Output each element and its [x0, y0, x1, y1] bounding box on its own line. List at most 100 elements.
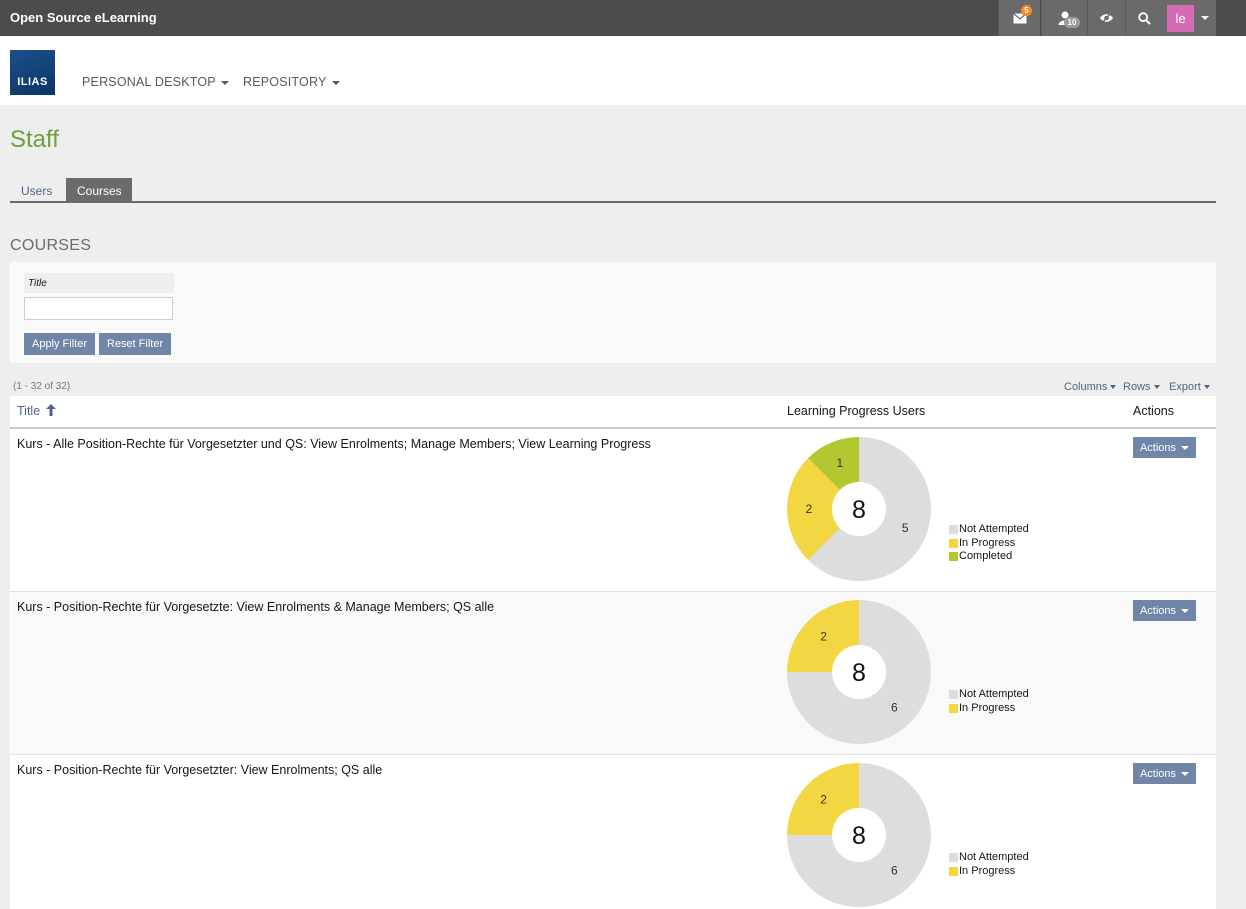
legend-item: Not Attempted [949, 851, 1029, 865]
slice-value-label: 1 [837, 456, 844, 470]
apply-filter-button[interactable]: Apply Filter [24, 333, 95, 355]
legend-label: Completed [959, 550, 1013, 562]
site-title[interactable]: Open Source eLearning [10, 10, 157, 25]
title-filter-input[interactable] [24, 297, 173, 320]
legend-label: In Progress [959, 864, 1016, 877]
learning-progress-donut: 6 2 8 [787, 600, 931, 744]
caret-down-icon [220, 80, 229, 85]
search-icon [1138, 11, 1151, 25]
course-title: Kurs - Position-Rechte für Vorgesetzte: … [17, 600, 495, 614]
page-title: Staff [10, 126, 59, 153]
legend-swatch [949, 866, 958, 876]
rows-dropdown[interactable]: Rows [1123, 381, 1160, 393]
nav-repository-label: REPOSITORY [243, 75, 327, 89]
caret-down-icon [331, 80, 340, 85]
table-row: Kurs - Position-Rechte für Vorgesetzte: … [10, 592, 1216, 755]
contacts-button[interactable]: 10 [1041, 0, 1087, 36]
courses-table: Title Learning Progress Users Actions Ku… [10, 396, 1216, 909]
legend-swatch [949, 853, 958, 863]
learning-progress-donut: 5 2 1 8 [787, 437, 931, 581]
learning-progress-donut: 6 2 8 [787, 763, 931, 907]
top-bar: Open Source eLearning 5 10 le [0, 0, 1246, 36]
reset-filter-button[interactable]: Reset Filter [99, 333, 171, 355]
contacts-badge: 10 [1064, 17, 1080, 28]
nav-repository[interactable]: REPOSITORY [243, 75, 340, 89]
row-actions-button[interactable]: Actions [1133, 763, 1196, 784]
slice-value-label: 2 [820, 630, 827, 644]
slice-value-label: 5 [902, 521, 909, 535]
slice-value-label: 6 [891, 863, 898, 877]
legend-swatch [949, 703, 958, 713]
course-title: Kurs - Alle Position-Rechte für Vorgeset… [17, 437, 651, 451]
legend-swatch [949, 525, 958, 535]
export-dropdown[interactable]: Export [1169, 381, 1210, 393]
section-title: COURSES [10, 237, 92, 254]
rows-label: Rows [1123, 381, 1151, 393]
tab-bar: Users Courses [10, 178, 1216, 203]
export-label: Export [1169, 381, 1201, 393]
chart-legend: Not Attempted In Progress [949, 851, 1029, 878]
legend-swatch [949, 552, 958, 562]
awareness-button[interactable] [1087, 0, 1125, 36]
table-row: Kurs - Position-Rechte für Vorgesetzter:… [10, 755, 1216, 909]
title-filter-label: Title [24, 273, 174, 293]
caret-down-icon [1181, 771, 1190, 776]
slice-value-label: 2 [806, 502, 813, 516]
caret-down-icon [1110, 385, 1117, 390]
legend-item: In Progress [949, 865, 1029, 879]
eye-icon [1100, 12, 1113, 24]
legend-label: Not Attempted [959, 523, 1029, 535]
avatar[interactable]: le [1167, 5, 1194, 32]
legend-item: In Progress [949, 537, 1029, 551]
donut-total-label: 8 [852, 496, 866, 524]
legend-label: In Progress [959, 536, 1016, 549]
legend-item: In Progress [949, 702, 1029, 716]
sort-up-icon [45, 404, 56, 416]
legend-item: Not Attempted [949, 523, 1029, 537]
mail-badge: 5 [1021, 5, 1032, 16]
nav-personal-desktop-label: PERSONAL DESKTOP [82, 75, 216, 89]
row-actions-label: Actions [1139, 767, 1177, 780]
legend-item: Completed [949, 550, 1029, 564]
donut-total-label: 8 [852, 822, 866, 850]
progress-column-header: Learning Progress Users [787, 404, 926, 418]
row-actions-button[interactable]: Actions [1133, 437, 1196, 458]
caret-down-icon [1181, 445, 1190, 450]
columns-label: Columns [1064, 381, 1108, 393]
title-column-header[interactable]: Title [17, 404, 56, 418]
chart-legend: Not Attempted In Progress Completed [949, 523, 1029, 564]
row-actions-label: Actions [1139, 441, 1177, 454]
chart-legend: Not Attempted In Progress [949, 688, 1029, 715]
caret-down-icon [1153, 385, 1160, 390]
row-actions-button[interactable]: Actions [1133, 600, 1196, 621]
legend-item: Not Attempted [949, 688, 1029, 702]
caret-down-icon [1181, 608, 1190, 613]
mail-button[interactable]: 5 [998, 0, 1040, 36]
header: ILIAS PERSONAL DESKTOP REPOSITORY [0, 36, 1246, 105]
course-title: Kurs - Position-Rechte für Vorgesetzter:… [17, 763, 383, 777]
search-button[interactable] [1125, 0, 1163, 36]
ilias-logo[interactable]: ILIAS [10, 50, 55, 95]
table-header: Title Learning Progress Users Actions [10, 396, 1216, 429]
result-count: (1 - 32 of 32) [13, 381, 71, 392]
filter-panel: Title Apply Filter Reset Filter [10, 262, 1216, 363]
legend-label: In Progress [959, 701, 1016, 714]
slice-value-label: 6 [891, 700, 898, 714]
caret-down-icon [1203, 385, 1210, 390]
tab-courses[interactable]: Courses [66, 178, 132, 201]
tab-users[interactable]: Users [10, 178, 63, 201]
actions-column-header: Actions [1133, 404, 1174, 418]
columns-dropdown[interactable]: Columns [1064, 381, 1117, 393]
legend-label: Not Attempted [959, 688, 1029, 700]
table-row: Kurs - Alle Position-Rechte für Vorgeset… [10, 429, 1216, 592]
row-actions-label: Actions [1139, 604, 1177, 617]
legend-swatch [949, 690, 958, 700]
donut-total-label: 8 [852, 659, 866, 687]
legend-label: Not Attempted [959, 851, 1029, 863]
nav-personal-desktop[interactable]: PERSONAL DESKTOP [82, 75, 229, 89]
user-menu-toggle[interactable] [1194, 0, 1216, 36]
slice-value-label: 2 [820, 793, 827, 807]
caret-down-icon [1201, 16, 1209, 20]
legend-swatch [949, 538, 958, 548]
title-column-label: Title [17, 404, 41, 418]
